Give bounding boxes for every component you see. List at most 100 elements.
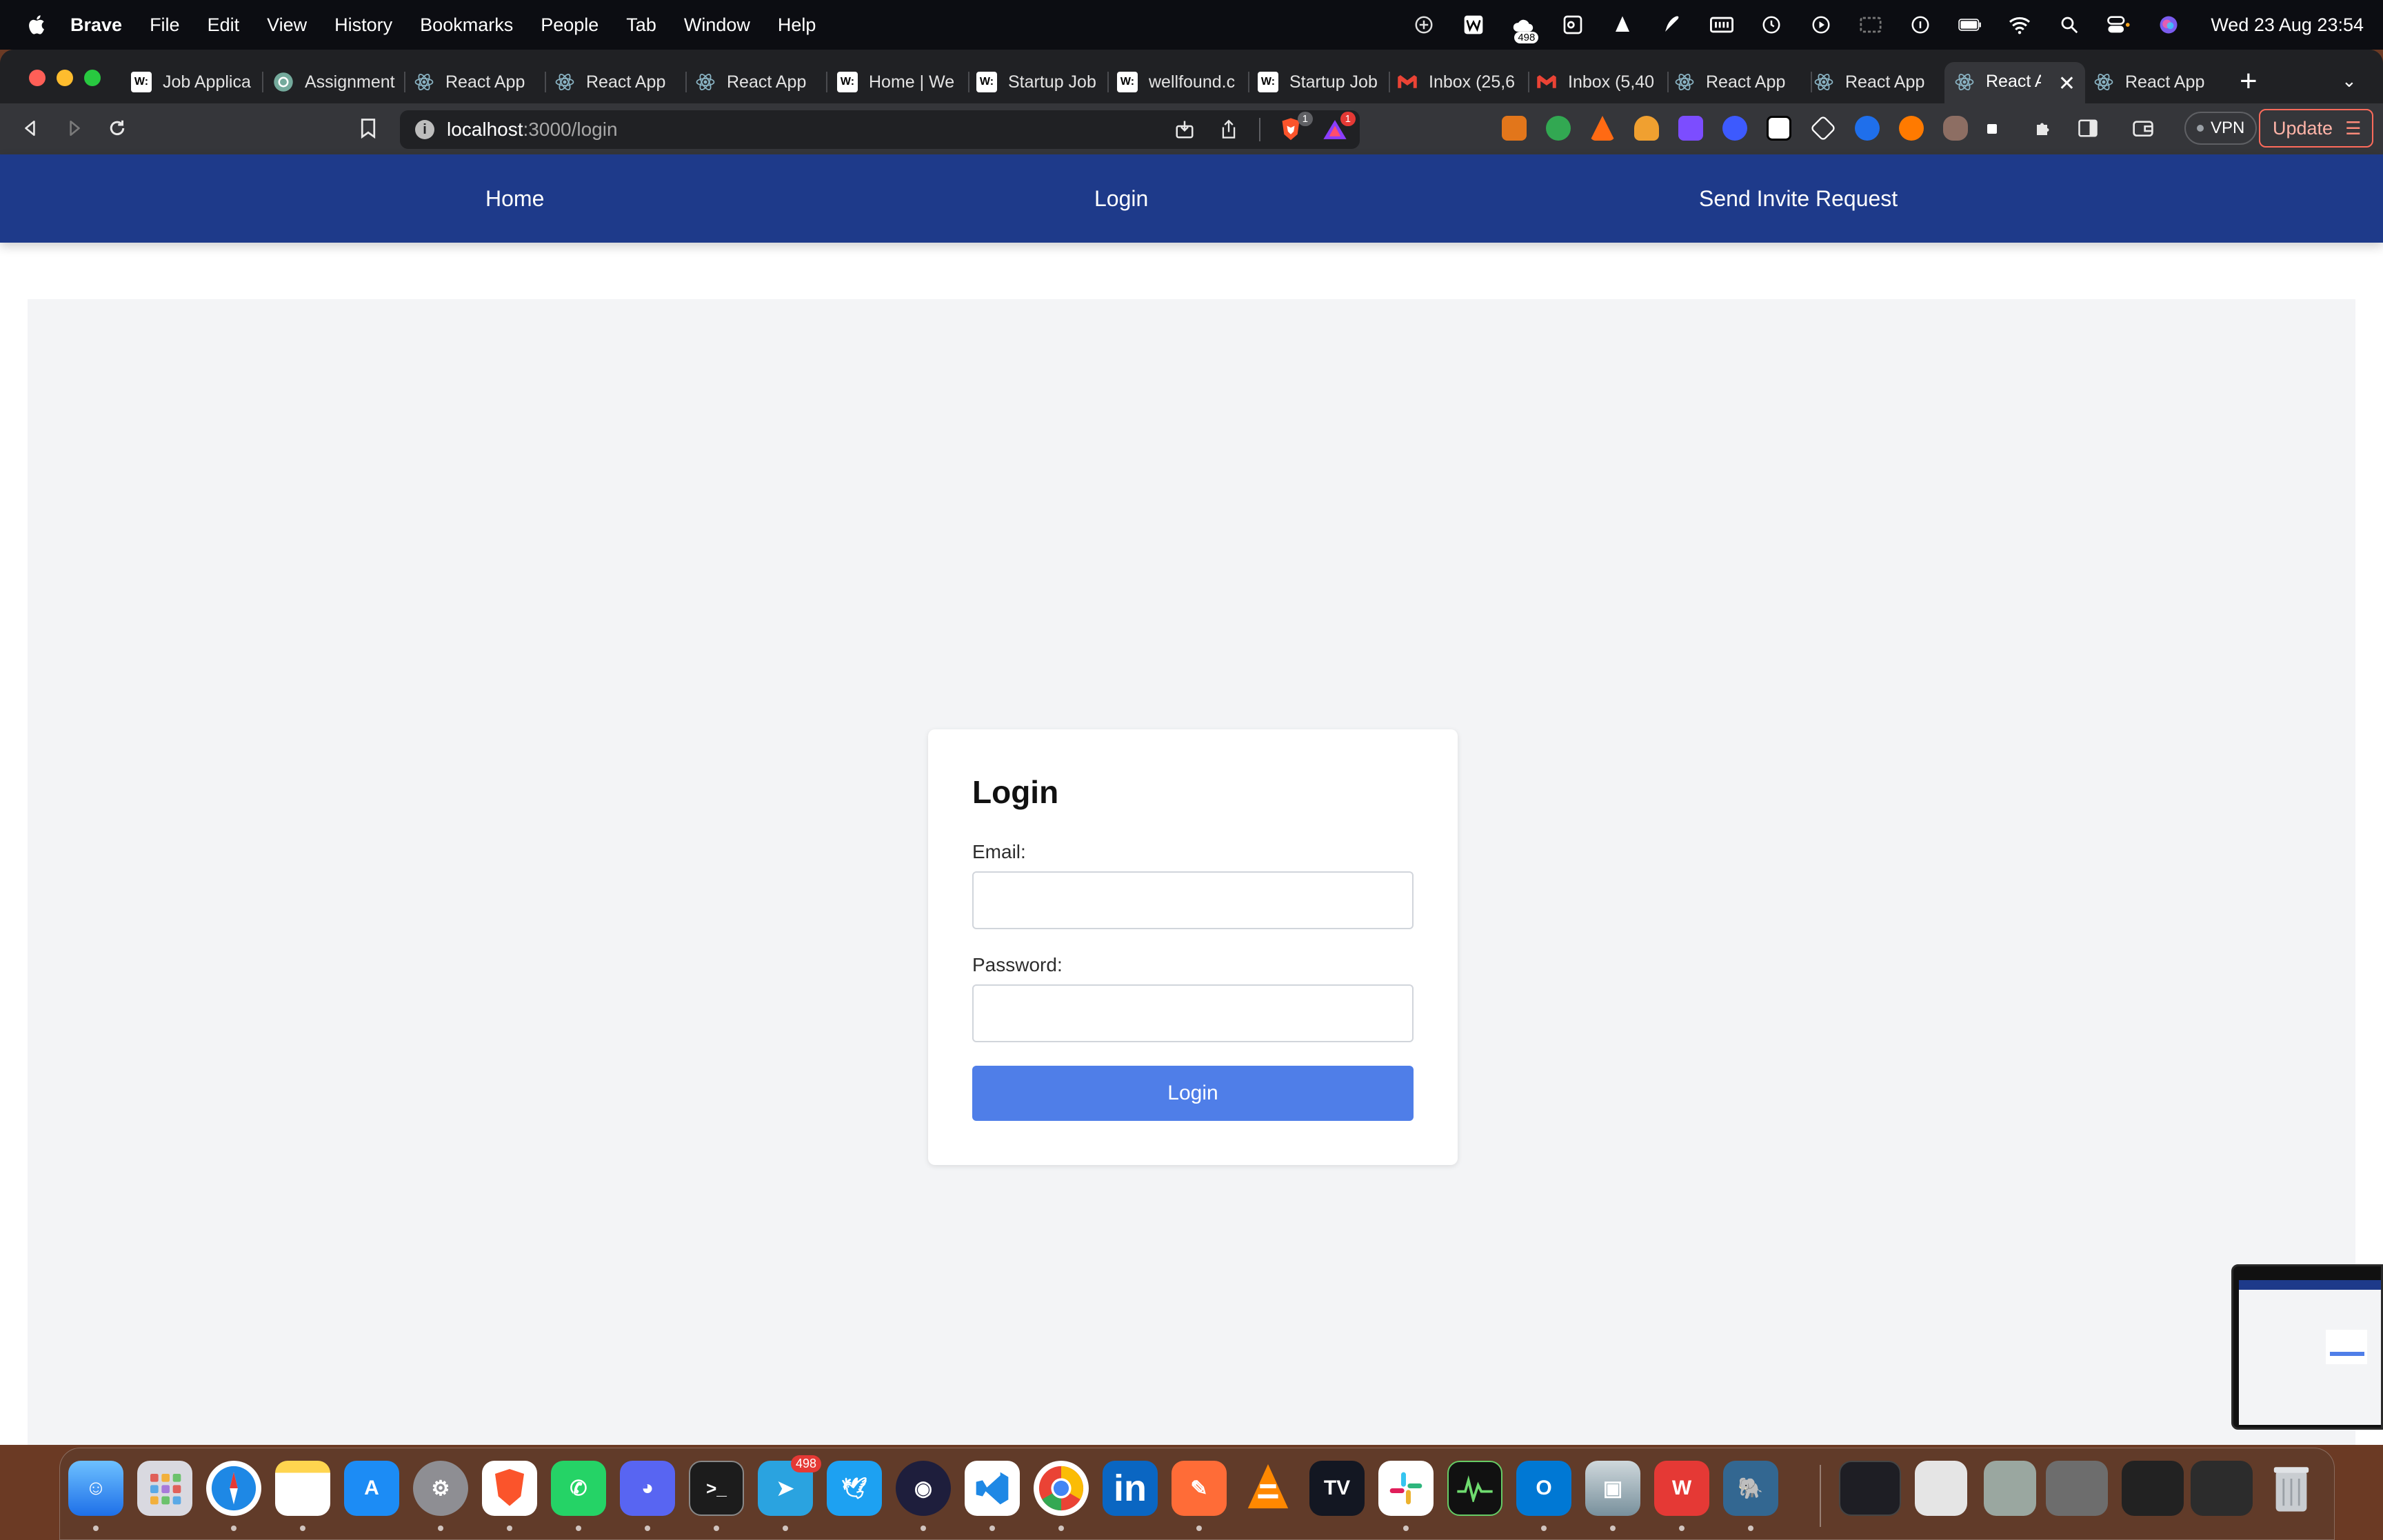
brave-rewards-icon[interactable]: 1 — [1321, 112, 1356, 143]
obs-icon[interactable]: ◉ — [896, 1461, 951, 1516]
wallet-icon[interactable] — [2131, 116, 2155, 141]
postgresql-icon[interactable]: 🐘 — [1723, 1461, 1778, 1516]
spotlight-search-icon[interactable] — [2058, 13, 2081, 37]
tab-gmail-inbox[interactable]: Inbox (25,6 — [1397, 62, 1529, 102]
tab-list-chevron-icon[interactable]: ⌄ — [2342, 70, 2357, 92]
tab-react-app[interactable]: React App — [414, 62, 546, 102]
tab-wellfound[interactable]: W: wellfound.c — [1117, 62, 1249, 102]
minimized-code-window[interactable] — [2122, 1461, 2184, 1516]
chrome-icon[interactable] — [1034, 1461, 1089, 1516]
vlc-tray-icon[interactable] — [1611, 13, 1634, 37]
back-icon[interactable] — [18, 116, 43, 141]
tab-assignment[interactable]: Assignment — [273, 62, 405, 102]
nav-send-invite-link[interactable]: Send Invite Request — [1699, 154, 1898, 243]
metamask-extension-icon[interactable] — [1502, 116, 1527, 141]
menu-edit[interactable]: Edit — [208, 14, 240, 36]
menu-window[interactable]: Window — [684, 14, 750, 36]
menu-bookmarks[interactable]: Bookmarks — [420, 14, 513, 36]
safari-icon[interactable] — [206, 1461, 261, 1516]
outlook-tray-icon[interactable] — [1561, 13, 1585, 37]
preview-icon[interactable]: ▣ — [1585, 1461, 1640, 1516]
s-extension-icon[interactable] — [1899, 116, 1924, 141]
close-tab-icon[interactable]: ✕ — [2058, 72, 2075, 96]
reload-icon[interactable] — [105, 116, 130, 141]
tradingview-icon[interactable]: TV — [1309, 1461, 1365, 1516]
menu-help[interactable]: Help — [778, 14, 816, 36]
slack-icon[interactable] — [1378, 1461, 1434, 1516]
feather-icon[interactable] — [1660, 13, 1684, 37]
stack-extension-icon[interactable] — [1678, 116, 1703, 141]
trash-icon[interactable] — [2264, 1461, 2319, 1516]
play-icon[interactable] — [1809, 13, 1833, 37]
menu-file[interactable]: File — [150, 14, 180, 36]
fullscreen-window-button[interactable] — [84, 70, 101, 86]
menu-view[interactable]: View — [267, 14, 307, 36]
tab-react-app[interactable]: React App — [2093, 62, 2226, 102]
bee-extension-icon[interactable] — [1634, 116, 1659, 141]
twitter-icon[interactable]: 🕊 — [827, 1461, 882, 1516]
notion-extension-icon[interactable] — [1767, 116, 1791, 141]
minimized-photo-window[interactable] — [2046, 1461, 2108, 1516]
tab-react-app[interactable]: React App — [554, 62, 687, 102]
update-button[interactable]: Update ☰ — [2259, 109, 2374, 148]
grammarly-extension-icon[interactable] — [1546, 116, 1571, 141]
menu-tab[interactable]: Tab — [626, 14, 656, 36]
wifi-icon[interactable] — [2008, 13, 2031, 37]
apple-menu-icon[interactable] — [25, 12, 50, 37]
telegram-icon[interactable]: ➤ 498 — [758, 1455, 821, 1516]
control-center-icon[interactable] — [2107, 13, 2131, 37]
outlook-icon[interactable]: O — [1516, 1461, 1571, 1516]
tab-react-app[interactable]: React App — [695, 62, 827, 102]
minimized-wps-window[interactable] — [2191, 1461, 2253, 1516]
tab-home-wellfound[interactable]: W: Home | We — [837, 62, 969, 102]
screenshot-preview-thumbnail[interactable] — [2231, 1264, 2383, 1430]
new-tab-plus-icon[interactable]: + — [2240, 66, 2258, 97]
linkedin-icon[interactable]: in — [1103, 1461, 1158, 1516]
tab-startup-jobs[interactable]: W: Startup Job — [976, 62, 1109, 102]
screen-mirror-icon[interactable] — [1859, 13, 1882, 37]
menu-people[interactable]: People — [541, 14, 599, 36]
install-app-icon[interactable] — [1171, 116, 1198, 143]
share-icon[interactable] — [1215, 116, 1243, 143]
brave-browser-icon[interactable] — [482, 1461, 537, 1516]
memory-icon[interactable] — [1710, 13, 1734, 37]
extensions-puzzle-icon[interactable] — [2031, 116, 2056, 141]
address-bar[interactable]: i localhost:3000/login 1 1 — [400, 110, 1360, 149]
email-field[interactable] — [972, 871, 1414, 929]
site-info-icon[interactable]: i — [415, 120, 434, 139]
tab-job-application[interactable]: W: Job Applica — [131, 62, 263, 102]
tab-react-app[interactable]: React App — [1813, 62, 1949, 102]
accessibility-icon[interactable] — [1909, 13, 1932, 37]
aim-extension-icon[interactable] — [1590, 116, 1615, 141]
time-machine-icon[interactable] — [1760, 13, 1783, 37]
system-settings-icon[interactable]: ⚙ — [413, 1461, 468, 1516]
close-window-button[interactable] — [29, 70, 46, 86]
nav-login-link[interactable]: Login — [1094, 154, 1148, 243]
tab-gmail-inbox[interactable]: Inbox (5,40 — [1536, 62, 1669, 102]
nav-home-link[interactable]: Home — [485, 154, 544, 243]
bookmark-icon[interactable] — [356, 116, 381, 141]
tab-startup-jobs[interactable]: W: Startup Job — [1258, 62, 1390, 102]
notes-icon[interactable] — [275, 1461, 330, 1516]
siri-icon[interactable] — [2157, 13, 2180, 37]
v-extension-icon[interactable] — [1855, 116, 1880, 141]
discord-icon[interactable]: ◕ — [620, 1461, 675, 1516]
login-submit-button[interactable]: Login — [972, 1066, 1414, 1121]
terminal-icon[interactable]: >_ — [689, 1461, 744, 1516]
minimize-window-button[interactable] — [57, 70, 73, 86]
arrow-extension-icon[interactable] — [1987, 124, 1997, 134]
brave-shields-icon[interactable]: 1 — [1277, 112, 1313, 143]
cloud-icon[interactable]: 498 — [1511, 13, 1539, 43]
forward-icon[interactable] — [62, 116, 87, 141]
battery-icon[interactable] — [1958, 13, 1982, 37]
wps-icon[interactable] — [1462, 13, 1485, 37]
vpn-button[interactable]: VPN — [2184, 112, 2258, 145]
sidebar-toggle-icon[interactable] — [2075, 116, 2100, 141]
activity-monitor-icon[interactable] — [1447, 1461, 1502, 1516]
openai-icon[interactable] — [1412, 13, 1436, 37]
star-extension-icon[interactable] — [1722, 116, 1747, 141]
owl-extension-icon[interactable] — [1943, 116, 1968, 141]
diamond-extension-icon[interactable] — [1809, 114, 1837, 142]
menu-app-name[interactable]: Brave — [70, 14, 122, 36]
app-store-icon[interactable]: A — [344, 1461, 399, 1516]
